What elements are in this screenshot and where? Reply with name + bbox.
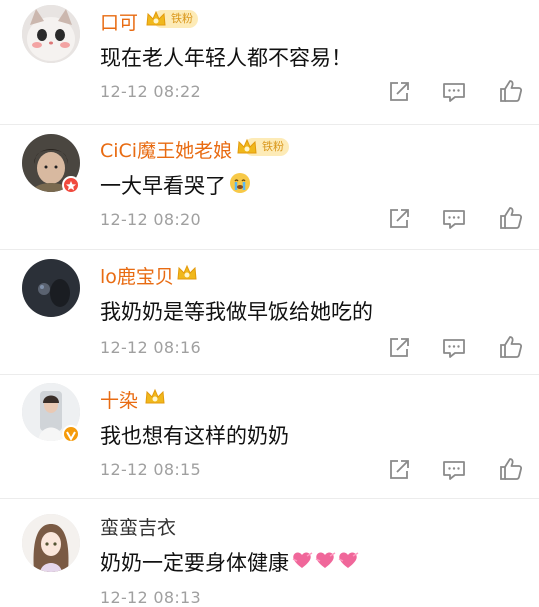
- like-icon[interactable]: [498, 334, 524, 360]
- crown-icon: [144, 386, 166, 408]
- crown-icon: [176, 262, 198, 284]
- comment-item: 口可 铁粉 现在老人年轻人都不容易！ 12-12 08:22: [0, 0, 539, 125]
- comment-item: 蛮蛮吉衣 奶奶一定要身体健康 12-12 08:13: [0, 498, 539, 607]
- like-icon[interactable]: [498, 78, 524, 104]
- crown-icon: [146, 10, 166, 26]
- username[interactable]: CiCi魔王她老娘: [100, 136, 232, 163]
- crying-emoji-icon: [228, 171, 252, 200]
- comment-item: lo鹿宝贝 我奶奶是等我做早饭给她吃的 12-12 08:16: [0, 249, 539, 375]
- heart-emoji-icon: [291, 549, 361, 576]
- fan-badge: 铁粉: [145, 8, 198, 30]
- verified-badge: [62, 176, 80, 194]
- comment-text-content: 奶奶一定要身体健康: [100, 551, 289, 575]
- fan-badge: 铁粉: [236, 136, 289, 158]
- timestamp: 12-12 08:13: [100, 588, 201, 607]
- comment-text: 一大早看哭了: [100, 170, 252, 200]
- username[interactable]: 蛮蛮吉衣: [100, 513, 176, 540]
- timestamp: 12-12 08:20: [100, 210, 201, 229]
- share-icon[interactable]: [386, 79, 412, 105]
- like-icon[interactable]: [498, 456, 524, 482]
- share-icon[interactable]: [386, 206, 412, 232]
- comment-icon[interactable]: [441, 206, 467, 232]
- timestamp: 12-12 08:15: [100, 460, 201, 479]
- comment-text-content: 现在老人年轻人都不容易！: [100, 46, 352, 70]
- crown-icon: [237, 138, 257, 154]
- comment-item: 十染 我也想有这样的奶奶 12-12 08:15: [0, 374, 539, 499]
- comment-text: 现在老人年轻人都不容易！: [100, 42, 352, 72]
- comment-item: CiCi魔王她老娘 铁粉 一大早看哭了 12-12 08:20: [0, 124, 539, 250]
- comment-text-content: 我奶奶是等我做早饭给她吃的: [100, 300, 373, 324]
- comment-text-content: 我也想有这样的奶奶: [100, 424, 289, 448]
- username[interactable]: lo鹿宝贝: [100, 262, 174, 289]
- comment-text: 我奶奶是等我做早饭给她吃的: [100, 296, 373, 326]
- verified-badge: [62, 425, 80, 443]
- like-icon[interactable]: [498, 205, 524, 231]
- comment-text: 奶奶一定要身体健康: [100, 547, 361, 577]
- comment-icon[interactable]: [441, 457, 467, 483]
- comment-text-content: 一大早看哭了: [100, 174, 226, 198]
- share-icon[interactable]: [386, 457, 412, 483]
- comment-icon[interactable]: [441, 335, 467, 361]
- share-icon[interactable]: [386, 335, 412, 361]
- username[interactable]: 口可: [100, 8, 138, 35]
- avatar[interactable]: [22, 259, 80, 317]
- comment-text: 我也想有这样的奶奶: [100, 420, 289, 450]
- username[interactable]: 十染: [100, 386, 138, 413]
- avatar[interactable]: [22, 514, 80, 572]
- timestamp: 12-12 08:22: [100, 82, 201, 101]
- avatar[interactable]: [22, 5, 80, 63]
- comment-icon[interactable]: [441, 79, 467, 105]
- timestamp: 12-12 08:16: [100, 338, 201, 357]
